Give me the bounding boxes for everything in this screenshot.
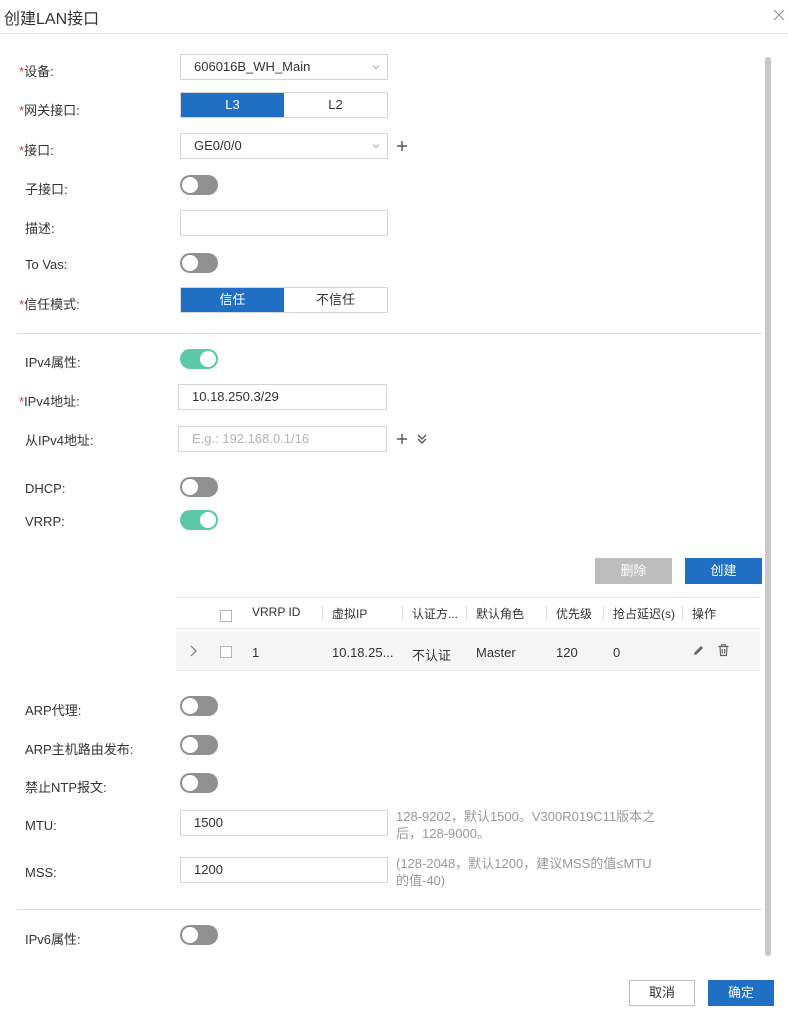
col-role: 默认角色 <box>476 607 525 621</box>
gateway-iface-l3-button[interactable]: L3 <box>181 93 284 117</box>
interface-select[interactable]: GE0/0/0 <box>180 133 388 159</box>
scrollbar[interactable] <box>765 57 771 956</box>
col-preempt-delay: 抢占延迟(s) <box>613 607 675 621</box>
secondary-ipv4-input[interactable]: E.g.: 192.168.0.1/16 <box>178 426 387 452</box>
vrrp-label: VRRP: <box>25 514 65 529</box>
gateway-iface-l2-button[interactable]: L2 <box>284 93 387 117</box>
vrrp-toggle[interactable] <box>180 510 218 530</box>
interface-label: *接口: <box>19 143 54 158</box>
confirm-button[interactable]: 确定 <box>708 980 774 1006</box>
col-vrrp-id: VRRP ID <box>252 605 301 619</box>
vrrp-create-button[interactable]: 创建 <box>685 558 762 584</box>
col-auth: 认证方... <box>412 607 459 621</box>
cell-auth: 不认证 <box>412 648 452 663</box>
ban-ntp-toggle[interactable] <box>180 773 218 793</box>
ipv4-props-label: IPv4属性: <box>25 355 81 370</box>
row-checkbox[interactable] <box>220 646 232 658</box>
col-virtual-ip: 虚拟IP <box>332 607 368 621</box>
arp-proxy-toggle[interactable] <box>180 696 218 716</box>
description-label: 描述: <box>25 221 55 236</box>
col-priority: 优先级 <box>556 607 593 621</box>
add-secondary-ipv4-plus-icon[interactable] <box>396 433 408 445</box>
col-separator <box>402 606 403 620</box>
dialog-title: 创建LAN接口 <box>4 11 100 28</box>
secondary-ipv4-label: 从IPv4地址: <box>25 433 94 448</box>
section-divider <box>18 333 762 334</box>
ipv6-props-label: IPv6属性: <box>25 932 81 947</box>
gateway-iface-segmented: L3 L2 <box>180 92 388 118</box>
arp-host-route-toggle[interactable] <box>180 735 218 755</box>
to-vas-toggle[interactable] <box>180 253 218 273</box>
col-separator <box>682 606 683 620</box>
sub-interface-toggle[interactable] <box>180 175 218 195</box>
ipv4-addr-label: *IPv4地址: <box>19 394 80 409</box>
description-input[interactable] <box>180 210 388 236</box>
col-separator <box>322 606 323 620</box>
col-separator <box>546 606 547 620</box>
edit-pencil-icon[interactable] <box>692 644 705 657</box>
ipv4-props-toggle[interactable] <box>180 349 218 369</box>
to-vas-label: To Vas: <box>25 257 68 272</box>
title-divider <box>0 33 788 34</box>
col-separator <box>603 606 604 620</box>
ipv4-addr-input[interactable]: 10.18.250.3/29 <box>178 384 387 410</box>
chevron-down-icon <box>372 144 380 149</box>
trust-mode-segmented: 信任 不信任 <box>180 287 388 313</box>
arp-proxy-label: ARP代理: <box>25 703 82 718</box>
mss-label: MSS: <box>25 865 57 880</box>
mtu-hint: 128-9202，默认1500。V300R019C11版本之 后，128-9000… <box>396 809 656 841</box>
cell-role: Master <box>476 645 516 660</box>
arp-host-route-label: ARP主机路由发布: <box>25 742 134 757</box>
chevron-right-icon[interactable] <box>188 645 198 657</box>
mtu-label: MTU: <box>25 818 57 833</box>
cancel-button[interactable]: 取消 <box>629 980 695 1006</box>
device-select[interactable]: 606016B_WH_Main <box>180 54 388 80</box>
select-all-checkbox[interactable] <box>220 610 232 622</box>
chevron-down-icon <box>372 65 380 70</box>
mss-input[interactable]: 1200 <box>180 857 388 883</box>
mss-hint: (128-2048，默认1200，建议MSS的值≤MTU 的值-40) <box>396 856 652 888</box>
mtu-input[interactable]: 1500 <box>180 810 388 836</box>
cell-virtual-ip: 10.18.25... <box>332 645 394 660</box>
cell-preempt-delay: 0 <box>613 645 621 660</box>
cell-vrrp-id: 1 <box>252 645 260 660</box>
col-actions: 操作 <box>692 607 717 621</box>
ipv6-props-toggle[interactable] <box>180 925 218 945</box>
dhcp-toggle[interactable] <box>180 477 218 497</box>
double-chevron-down-icon[interactable] <box>416 433 428 445</box>
add-interface-plus-icon[interactable] <box>396 140 408 152</box>
section-divider <box>18 909 762 910</box>
vrrp-delete-button[interactable]: 删除 <box>595 558 672 584</box>
device-label: *设备: <box>19 64 54 79</box>
trust-mode-label: *信任模式: <box>19 297 80 312</box>
dhcp-label: DHCP: <box>25 481 66 496</box>
delete-trash-icon[interactable] <box>717 643 730 657</box>
table-row[interactable] <box>176 632 760 671</box>
trust-button[interactable]: 信任 <box>181 288 284 312</box>
ban-ntp-label: 禁止NTP报文: <box>25 780 107 795</box>
untrust-button[interactable]: 不信任 <box>284 288 387 312</box>
col-separator <box>466 606 467 620</box>
sub-interface-label: 子接口: <box>25 182 68 197</box>
cell-priority: 120 <box>556 645 578 660</box>
gateway-iface-label: *网关接口: <box>19 103 80 118</box>
close-icon[interactable] <box>772 8 786 22</box>
